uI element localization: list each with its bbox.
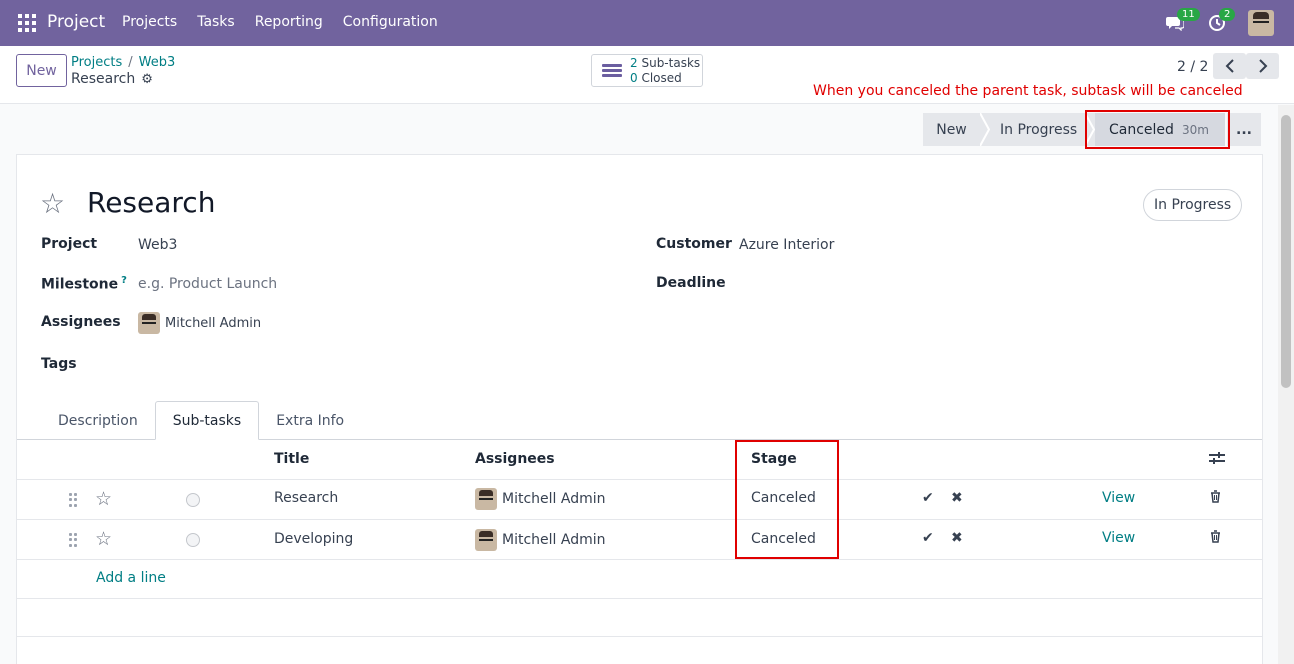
current-record-name: Research [71, 71, 136, 87]
view-button[interactable]: View [1102, 530, 1135, 546]
stage-separator-icon [980, 113, 990, 146]
gear-icon[interactable]: ⚙ [141, 72, 153, 87]
customer-field[interactable]: Azure Interior [739, 237, 834, 253]
messages-icon[interactable]: 11 [1164, 8, 1200, 34]
apps-menu-icon[interactable] [18, 14, 36, 32]
stage-new[interactable]: New [923, 113, 980, 146]
checkmark-icon[interactable]: ✔ [922, 530, 934, 546]
tab-extra-info[interactable]: Extra Info [259, 401, 361, 440]
top-navbar: Project Projects Tasks Reporting Configu… [0, 0, 1294, 46]
assignee-avatar [138, 312, 160, 334]
breadcrumb-separator: / [128, 55, 133, 70]
assignees-field[interactable]: Mitchell Admin [138, 312, 261, 334]
tags-label: Tags [41, 356, 77, 372]
header-title[interactable]: Title [274, 451, 309, 467]
project-field[interactable]: Web3 [138, 237, 177, 253]
milestone-label: Milestone? [41, 275, 127, 293]
row-assignee[interactable]: Mitchell Admin [475, 529, 606, 551]
page-scrollbar[interactable] [1278, 105, 1294, 664]
state-radio[interactable] [186, 493, 200, 507]
menu-reporting[interactable]: Reporting [255, 14, 323, 30]
customer-label: Customer [656, 236, 732, 252]
annotation-note: When you canceled the parent task, subta… [813, 83, 1243, 99]
header-assignees[interactable]: Assignees [475, 451, 555, 467]
chevron-right-icon [1258, 59, 1267, 73]
project-label: Project [41, 236, 98, 252]
messages-badge: 11 [1177, 8, 1200, 21]
view-button[interactable]: View [1102, 490, 1135, 506]
help-icon[interactable]: ? [121, 275, 127, 286]
optional-columns-icon[interactable] [1209, 451, 1225, 465]
checkmark-icon[interactable]: ✔ [922, 490, 934, 506]
stage-more-button[interactable]: ... [1227, 113, 1261, 146]
row-title[interactable]: Research [274, 490, 338, 506]
tab-subtasks[interactable]: Sub-tasks [154, 401, 260, 440]
user-avatar[interactable] [1248, 10, 1274, 36]
subtasks-count: 2 [630, 55, 638, 70]
priority-star-icon[interactable]: ☆ [40, 187, 65, 220]
drag-handle-icon[interactable] [69, 493, 77, 507]
task-title[interactable]: Research [87, 186, 215, 219]
drag-handle-icon[interactable] [69, 533, 77, 547]
breadcrumb-web3[interactable]: Web3 [139, 55, 176, 70]
tab-description[interactable]: Description [41, 401, 155, 440]
activities-badge: 2 [1219, 8, 1236, 21]
scrollbar-thumb[interactable] [1281, 115, 1291, 388]
subtasks-table-header: Title Assignees Stage [17, 440, 1262, 480]
menu-projects[interactable]: Projects [122, 14, 177, 30]
table-row[interactable]: ☆ Research Mitchell Admin Canceled ✔ ✖ V… [17, 480, 1262, 520]
assignee-name: Mitchell Admin [165, 315, 262, 331]
assignee-avatar [475, 488, 497, 510]
milestone-field[interactable]: e.g. Product Launch [138, 276, 277, 292]
breadcrumb-current: Research ⚙ [71, 71, 153, 87]
main-menu: Projects Tasks Reporting Configuration [122, 14, 438, 30]
stage-in-progress-label: In Progress [1000, 121, 1078, 138]
subtasks-label: Sub-tasks [641, 55, 701, 70]
star-icon[interactable]: ☆ [95, 528, 112, 550]
assignees-label: Assignees [41, 314, 121, 330]
assignee-avatar [475, 529, 497, 551]
pager-next-button[interactable] [1246, 53, 1279, 79]
stage-in-progress[interactable]: In Progress [990, 113, 1085, 146]
milestone-label-text: Milestone [41, 276, 119, 293]
subtasks-stats: 2 Sub-tasks 0 Closed [630, 56, 700, 86]
close-icon[interactable]: ✖ [951, 530, 963, 546]
add-line-link[interactable]: Add a line [96, 570, 166, 586]
breadcrumb-projects[interactable]: Projects [71, 55, 122, 70]
deadline-label: Deadline [656, 275, 726, 291]
table-row[interactable]: ☆ Developing Mitchell Admin Canceled ✔ ✖… [17, 520, 1262, 560]
row-assignee-name: Mitchell Admin [502, 532, 606, 548]
menu-tasks[interactable]: Tasks [197, 14, 235, 30]
closed-label: Closed [641, 70, 682, 85]
state-radio[interactable] [186, 533, 200, 547]
star-icon[interactable]: ☆ [95, 488, 112, 510]
breadcrumb: Projects / Web3 [71, 55, 175, 70]
stage-new-label: New [936, 121, 967, 138]
trash-icon[interactable] [1210, 490, 1221, 507]
table-divider [17, 636, 1262, 637]
notebook-tabs: Description Sub-tasks Extra Info [41, 401, 361, 440]
activities-icon[interactable]: 2 [1206, 8, 1236, 34]
control-panel: New Projects / Web3 Research ⚙ 2 Sub-tasks… [0, 46, 1294, 104]
navbar-systray: 11 2 [1164, 8, 1274, 36]
menu-configuration[interactable]: Configuration [343, 14, 438, 30]
pager-value[interactable]: 2 / 2 [1177, 59, 1208, 75]
row-title[interactable]: Developing [274, 531, 353, 547]
app-brand[interactable]: Project [47, 12, 105, 32]
new-button[interactable]: New [16, 54, 67, 87]
pager-previous-button[interactable] [1213, 53, 1246, 79]
chevron-left-icon [1225, 59, 1234, 73]
row-assignee-name: Mitchell Admin [502, 491, 606, 507]
table-divider [17, 598, 1262, 599]
row-assignee[interactable]: Mitchell Admin [475, 488, 606, 510]
trash-icon[interactable] [1210, 530, 1221, 547]
close-icon[interactable]: ✖ [951, 490, 963, 506]
highlight-box-stage [1085, 110, 1230, 149]
highlight-box-stage-column [735, 440, 839, 559]
subtasks-stack-icon [602, 63, 622, 78]
task-state-button[interactable]: In Progress [1143, 189, 1243, 221]
closed-count: 0 [630, 70, 638, 85]
subtasks-smart-button[interactable]: 2 Sub-tasks 0 Closed [591, 54, 703, 87]
